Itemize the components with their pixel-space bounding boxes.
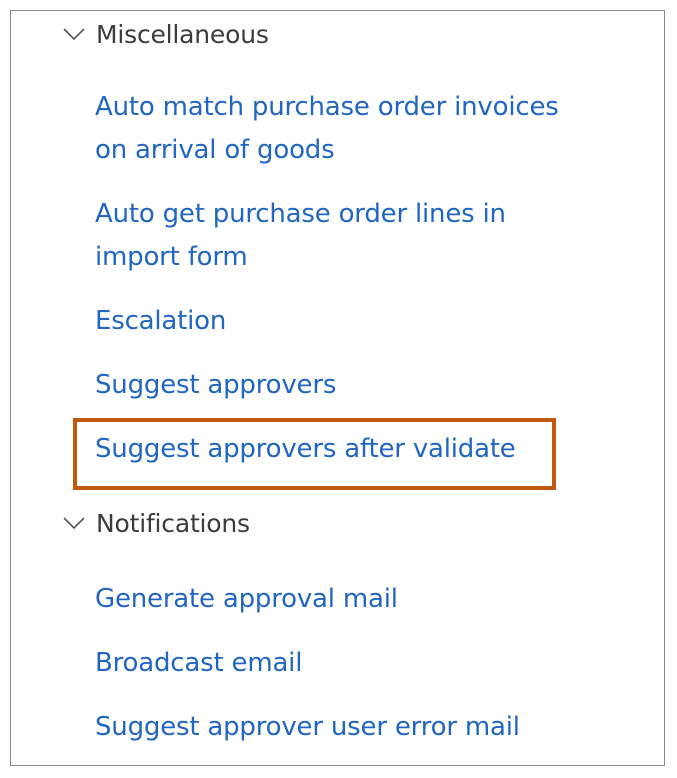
link-suggest-approver-user-error-mail[interactable]: Suggest approver user error mail bbox=[95, 706, 520, 749]
link-line: Generate approval mail bbox=[95, 584, 398, 614]
link-line: Suggest approvers bbox=[95, 370, 337, 400]
link-line: Broadcast email bbox=[95, 648, 303, 678]
section-header-miscellaneous[interactable]: Miscellaneous bbox=[62, 14, 269, 54]
link-line: Auto match purchase order invoices bbox=[95, 92, 559, 122]
link-line: Suggest approver user error mail bbox=[95, 712, 520, 742]
link-escalation[interactable]: Escalation bbox=[95, 300, 226, 343]
link-line: Escalation bbox=[95, 306, 227, 336]
chevron-down-icon[interactable] bbox=[62, 513, 90, 533]
section-label-notifications: Notifications bbox=[96, 508, 250, 538]
link-suggest-approvers-after-validate[interactable]: Suggest approvers after validate bbox=[95, 428, 516, 471]
link-suggest-approvers[interactable]: Suggest approvers bbox=[95, 364, 336, 407]
link-generate-approval-mail[interactable]: Generate approval mail bbox=[95, 578, 398, 621]
section-header-notifications[interactable]: Notifications bbox=[62, 503, 250, 543]
link-broadcast-email[interactable]: Broadcast email bbox=[95, 642, 302, 685]
link-line: Suggest approvers after validate bbox=[95, 434, 516, 464]
link-auto-get-purchase-order-lines[interactable]: Auto get purchase order lines in import … bbox=[95, 193, 506, 279]
link-line: Auto get purchase order lines in bbox=[95, 199, 506, 229]
chevron-down-icon[interactable] bbox=[62, 24, 90, 44]
link-line: import form bbox=[95, 242, 248, 272]
link-line: on arrival of goods bbox=[95, 135, 335, 165]
link-auto-match-purchase-order-invoices[interactable]: Auto match purchase order invoices on ar… bbox=[95, 86, 559, 172]
section-label-miscellaneous: Miscellaneous bbox=[96, 19, 269, 49]
